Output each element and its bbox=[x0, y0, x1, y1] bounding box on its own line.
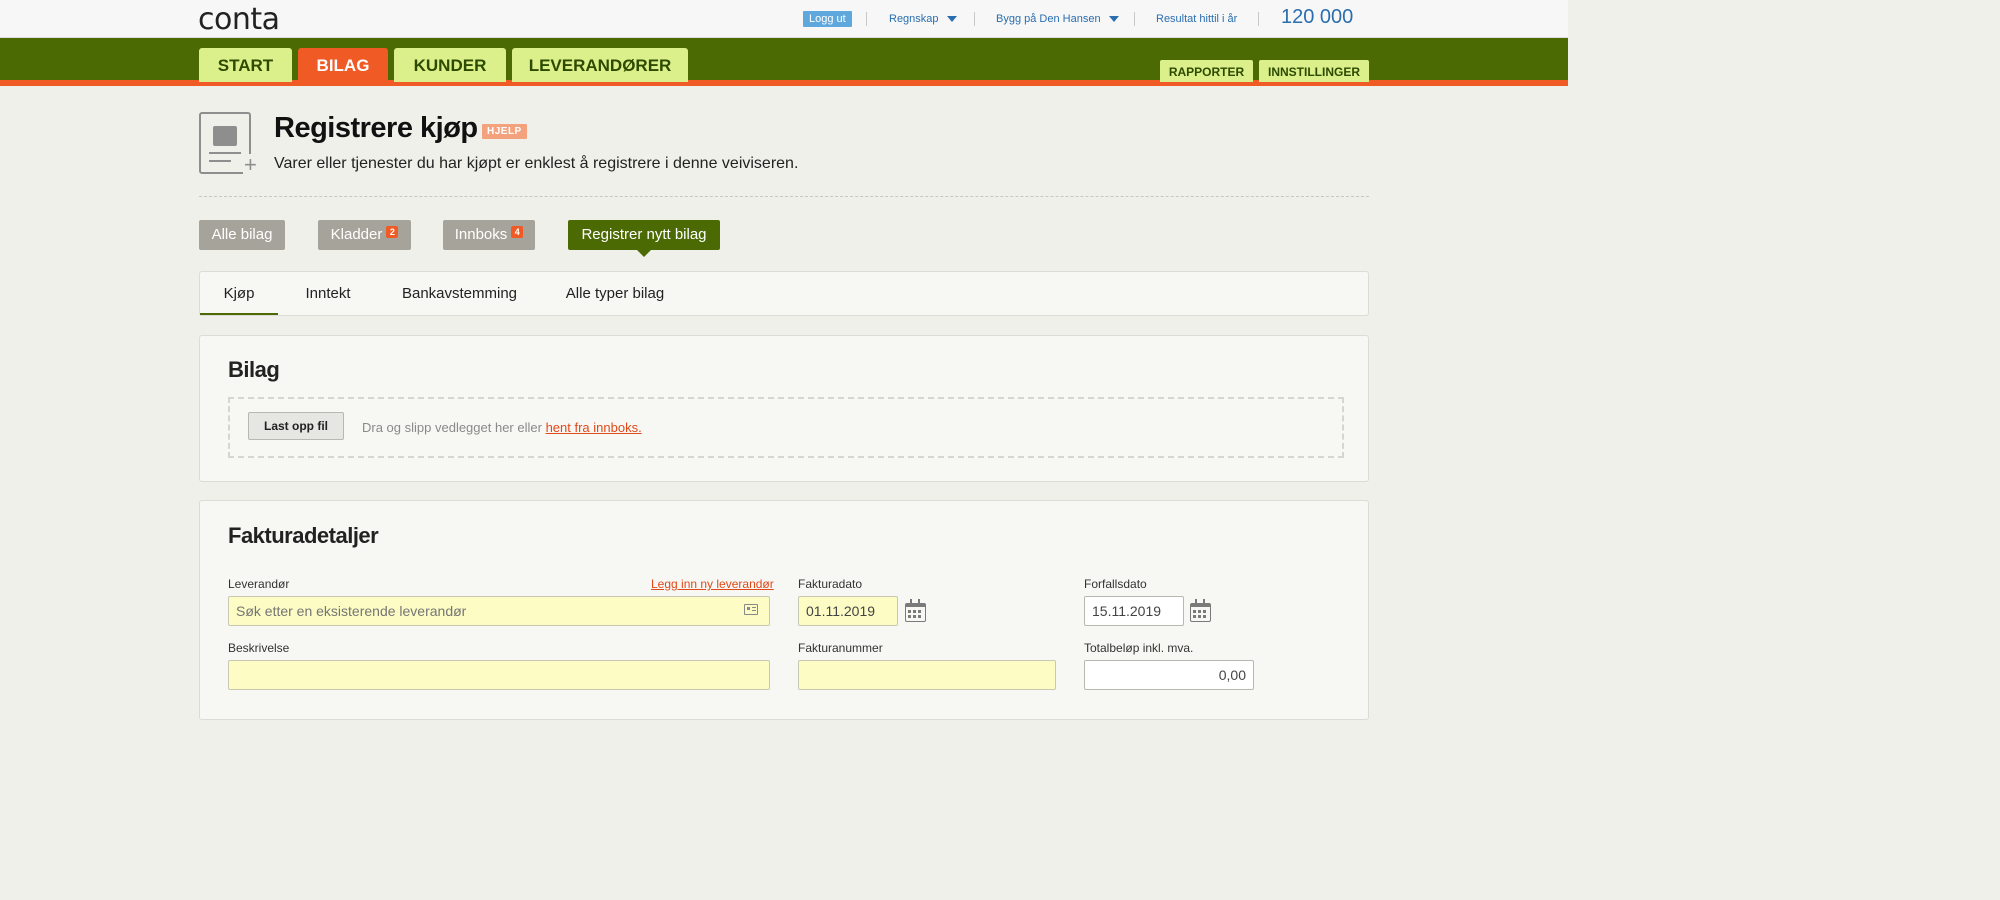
calendar-icon[interactable] bbox=[1190, 599, 1211, 622]
tab-bankavstemming[interactable]: Bankavstemming bbox=[388, 272, 531, 315]
divider bbox=[974, 12, 975, 26]
add-new-supplier-link[interactable]: Legg inn ny leverandør bbox=[651, 577, 774, 591]
upload-file-button[interactable]: Last opp fil bbox=[248, 412, 344, 440]
supplier-label: Leverandør bbox=[228, 577, 290, 591]
invoice-details-title: Fakturadetaljer bbox=[228, 523, 379, 548]
bilag-title: Bilag bbox=[228, 357, 280, 382]
all-vouchers-button[interactable]: Alle bilag bbox=[199, 220, 285, 250]
chevron-down-icon bbox=[946, 16, 957, 23]
fetch-from-inbox-link[interactable]: hent fra innboks. bbox=[546, 420, 642, 435]
tab-bilag[interactable]: BILAG bbox=[298, 48, 388, 82]
company-menu-label: Bygg på Den Hansen bbox=[996, 13, 1101, 25]
divider bbox=[1258, 12, 1259, 26]
all-vouchers-label: Alle bilag bbox=[211, 226, 273, 243]
drop-hint-text: Dra og slipp vedlegget her eller bbox=[362, 420, 546, 435]
divider bbox=[1134, 12, 1135, 26]
tab-rapporter[interactable]: RAPPORTER bbox=[1160, 60, 1253, 82]
voucher-type-tabs bbox=[199, 271, 1369, 316]
invoice-date-label: Fakturadato bbox=[798, 577, 863, 591]
regnskap-menu[interactable]: Regnskap bbox=[889, 12, 957, 26]
description-label: Beskrivelse bbox=[228, 641, 290, 655]
invoice-date-input[interactable] bbox=[798, 596, 898, 626]
drafts-label: Kladder bbox=[330, 226, 383, 243]
divider bbox=[866, 12, 867, 26]
contact-card-icon[interactable] bbox=[744, 604, 758, 615]
page-title: Registrere kjøp bbox=[274, 112, 478, 144]
result-link[interactable]: Resultat hittil i år bbox=[1156, 12, 1237, 26]
inbox-label: Innboks bbox=[454, 226, 508, 243]
supplier-search-input[interactable] bbox=[228, 596, 770, 626]
help-button[interactable]: HJELP bbox=[482, 124, 527, 139]
drafts-count-badge: 2 bbox=[386, 226, 399, 238]
drafts-button[interactable]: Kladder 2 bbox=[318, 220, 411, 250]
tab-alle-typer-bilag[interactable]: Alle typer bilag bbox=[553, 272, 677, 315]
register-new-voucher-label: Registrer nytt bilag bbox=[581, 226, 707, 243]
drop-hint: Dra og slipp vedlegget her eller hent fr… bbox=[362, 420, 642, 435]
inbox-count-badge: 4 bbox=[511, 226, 524, 238]
header-divider bbox=[199, 196, 1369, 197]
tab-leverandorer[interactable]: LEVERANDØRER bbox=[512, 48, 688, 82]
conta-logo[interactable]: conta bbox=[198, 2, 280, 37]
register-new-voucher-button[interactable]: Registrer nytt bilag bbox=[568, 220, 720, 257]
tab-kjop[interactable]: Kjøp bbox=[200, 272, 278, 315]
invoice-number-label: Fakturanummer bbox=[798, 641, 883, 655]
invoice-number-input[interactable] bbox=[798, 660, 1056, 690]
logout-button[interactable]: Logg ut bbox=[803, 11, 852, 27]
tab-kunder[interactable]: KUNDER bbox=[394, 48, 506, 82]
tab-inntekt[interactable]: Inntekt bbox=[290, 272, 366, 315]
result-amount[interactable]: 120 000 bbox=[1281, 6, 1353, 29]
calendar-icon[interactable] bbox=[905, 599, 926, 622]
image-icon bbox=[213, 126, 237, 146]
total-amount-input[interactable] bbox=[1084, 660, 1254, 690]
company-menu[interactable]: Bygg på Den Hansen bbox=[996, 12, 1119, 26]
inbox-button[interactable]: Innboks 4 bbox=[443, 220, 535, 250]
due-date-input[interactable] bbox=[1084, 596, 1184, 626]
total-amount-label: Totalbeløp inkl. mva. bbox=[1084, 641, 1194, 655]
regnskap-menu-label: Regnskap bbox=[889, 13, 939, 25]
page-subtitle: Varer eller tjenester du har kjøpt er en… bbox=[274, 155, 799, 172]
tab-innstillinger[interactable]: INNSTILLINGER bbox=[1259, 60, 1369, 82]
chevron-down-icon bbox=[1108, 16, 1119, 23]
due-date-label: Forfallsdato bbox=[1084, 577, 1147, 591]
description-input[interactable] bbox=[228, 660, 770, 690]
plus-icon: + bbox=[243, 152, 258, 177]
tab-start[interactable]: START bbox=[199, 48, 292, 82]
